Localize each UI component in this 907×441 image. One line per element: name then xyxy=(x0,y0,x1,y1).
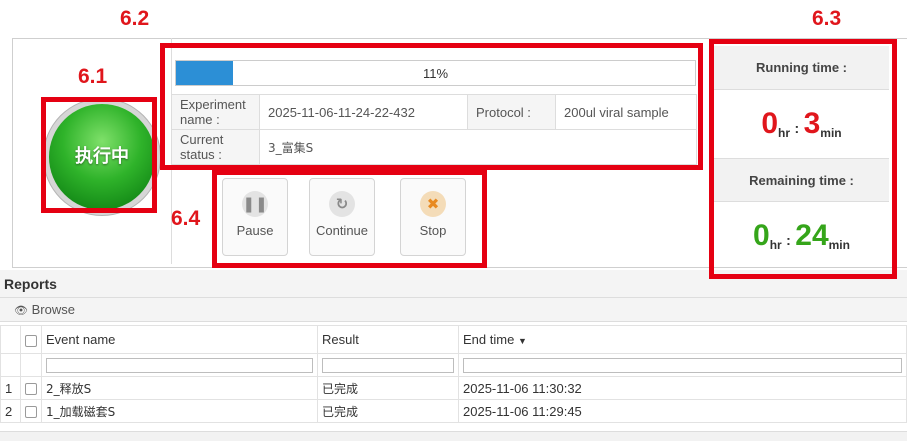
column-header-event-name[interactable]: Event name xyxy=(41,325,318,354)
column-header-end-time[interactable]: End time ▼ xyxy=(458,325,907,354)
row-event-name: 2_释放S xyxy=(41,376,318,400)
reports-table: Event name Result End time ▼ 1 2_释放S 已完成… xyxy=(0,325,907,423)
row-event-name: 1_加载磁套S xyxy=(41,399,318,423)
browse-label: Browse xyxy=(31,302,75,317)
select-all-checkbox[interactable] xyxy=(20,325,42,354)
browse-toggle[interactable]: 👁 Browse xyxy=(0,298,907,322)
end-time-filter-input[interactable] xyxy=(463,357,902,373)
result-filter[interactable] xyxy=(317,353,459,377)
row-result: 已完成 xyxy=(317,376,459,400)
filter-row-spacer xyxy=(0,353,21,377)
row-index-header xyxy=(0,325,21,354)
annotation-box-6-2 xyxy=(160,43,703,170)
annotation-label-6-4: 6.4 xyxy=(171,207,201,230)
checkbox-icon xyxy=(25,334,37,347)
annotation-label-6-2: 6.2 xyxy=(120,7,150,30)
row-end-time: 2025-11-06 11:29:45 xyxy=(458,399,907,423)
row-checkbox[interactable] xyxy=(20,399,42,423)
result-filter-input[interactable] xyxy=(322,357,454,373)
end-time-header-label: End time xyxy=(463,332,515,347)
eye-icon: 👁 xyxy=(14,305,28,317)
filter-row-spacer xyxy=(20,353,42,377)
event-name-filter[interactable] xyxy=(41,353,318,377)
annotation-box-6-1 xyxy=(41,97,157,213)
annotation-label-6-1: 6.1 xyxy=(78,65,108,88)
event-name-filter-input[interactable] xyxy=(46,357,313,373)
table-row[interactable]: 1 2_释放S 已完成 2025-11-06 11:30:32 xyxy=(0,376,907,400)
reports-section: Reports 👁 Browse Event name Result End t… xyxy=(0,270,907,441)
row-checkbox[interactable] xyxy=(20,376,42,400)
column-header-result[interactable]: Result xyxy=(317,325,459,354)
sort-desc-icon: ▼ xyxy=(517,336,527,346)
annotation-box-6-3 xyxy=(709,39,897,279)
table-row[interactable]: 2 1_加载磁套S 已完成 2025-11-06 11:29:45 xyxy=(0,399,907,423)
row-index: 2 xyxy=(0,399,21,423)
row-result: 已完成 xyxy=(317,399,459,423)
checkbox-icon xyxy=(25,406,37,419)
row-end-time: 2025-11-06 11:30:32 xyxy=(458,376,907,400)
annotation-box-6-4 xyxy=(212,170,487,268)
row-index: 1 xyxy=(0,376,21,400)
checkbox-icon xyxy=(25,383,37,396)
pager-bar xyxy=(0,431,907,441)
end-time-filter[interactable] xyxy=(458,353,907,377)
annotation-label-6-3: 6.3 xyxy=(812,7,842,30)
